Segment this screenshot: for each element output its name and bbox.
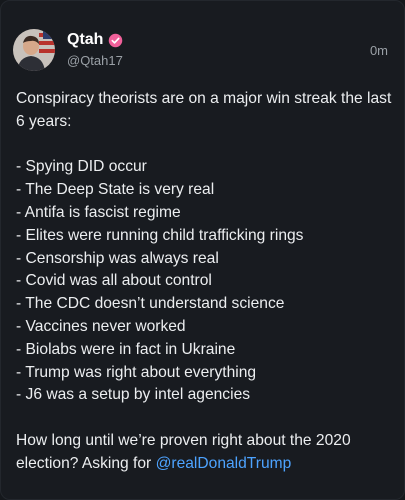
list-item: - Elites were running child trafficking … <box>16 226 304 244</box>
list-item: - Trump was right about everything <box>16 363 257 381</box>
author-name-row: Qtah <box>67 31 123 49</box>
list-item: - J6 was a setup by intel agencies <box>16 386 251 404</box>
list-item: - Biolabs were in fact in Ukraine <box>16 340 236 358</box>
list-item: - Covid was all about control <box>16 272 212 290</box>
post-card: Qtah @Qtah17 0m Conspiracy theorists are… <box>0 0 405 500</box>
post-closing: How long until we’re proven right about … <box>16 430 394 476</box>
post-body: Conspiracy theorists are on a major win … <box>16 88 394 476</box>
post-timestamp: 0m <box>369 43 388 58</box>
list-item: - Censorship was always real <box>16 249 219 267</box>
list-item: - Spying DID occur <box>16 158 147 176</box>
post-header: Qtah @Qtah17 0m <box>13 27 404 73</box>
mention-link[interactable]: @realDonaldTrump <box>156 455 292 472</box>
avatar-image <box>13 29 55 71</box>
post-intro: Conspiracy theorists are on a major win … <box>16 90 392 130</box>
list-item: - Vaccines never worked <box>16 317 186 335</box>
list-item: - Antifa is fascist regime <box>16 203 181 221</box>
list-item: - The Deep State is very real <box>16 181 215 199</box>
list-item: - The CDC doesn’t understand science <box>16 295 285 313</box>
claims-list: - Spying DID occur - The Deep State is v… <box>16 156 394 407</box>
avatar[interactable] <box>13 29 55 71</box>
author-handle[interactable]: @Qtah17 <box>67 53 123 68</box>
author-display-name[interactable]: Qtah <box>67 31 103 49</box>
verified-badge-icon <box>108 33 123 48</box>
